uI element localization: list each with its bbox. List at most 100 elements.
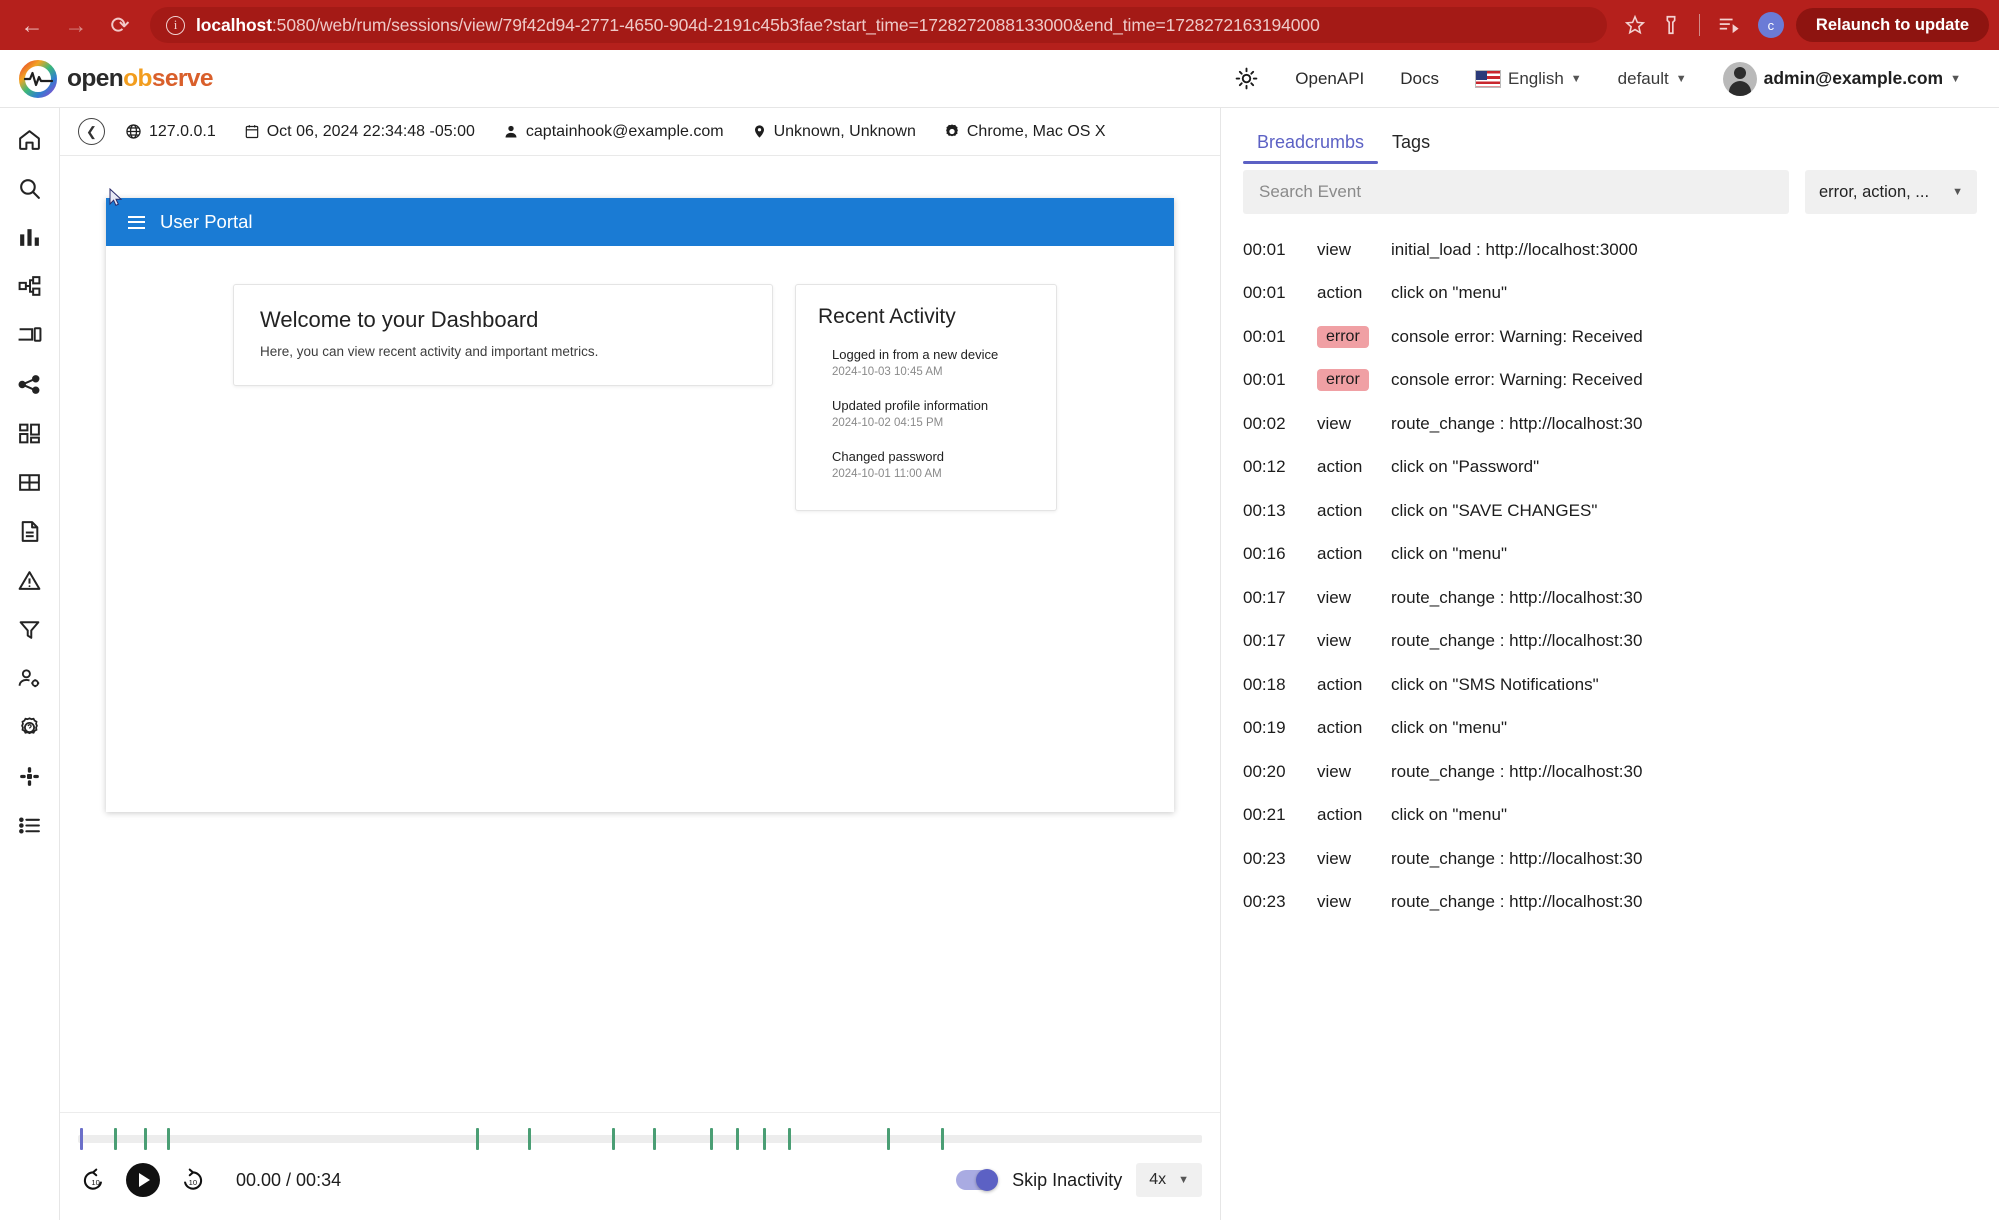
forward-arrow-icon[interactable]: → xyxy=(54,3,98,47)
event-row[interactable]: 00:13actionclick on "SAVE CHANGES" xyxy=(1221,489,1999,533)
timeline-event-tick[interactable] xyxy=(788,1128,791,1150)
sidebar-item-about[interactable] xyxy=(11,806,49,844)
event-row[interactable]: 00:18actionclick on "SMS Notifications" xyxy=(1221,663,1999,707)
event-row[interactable]: 00:01viewinitial_load : http://localhost… xyxy=(1221,228,1999,272)
timeline-event-tick[interactable] xyxy=(941,1128,944,1150)
sidebar-item-home[interactable] xyxy=(11,120,49,158)
event-type: action xyxy=(1317,675,1391,695)
recent-activity-title: Recent Activity xyxy=(818,305,1034,329)
playback-time: 00.00 / 00:34 xyxy=(236,1170,341,1191)
sidebar-item-dashboards[interactable] xyxy=(11,414,49,452)
event-row[interactable]: 00:17viewroute_change : http://localhost… xyxy=(1221,620,1999,664)
address-bar[interactable]: i localhost:5080/web/rum/sessions/view/7… xyxy=(150,7,1607,43)
event-time: 00:23 xyxy=(1243,892,1317,912)
sidebar-item-streams[interactable] xyxy=(11,365,49,403)
event-row[interactable]: 00:01actionclick on "menu" xyxy=(1221,272,1999,316)
reload-icon[interactable]: ⟳ xyxy=(98,3,142,47)
sidebar-item-functions[interactable] xyxy=(11,610,49,648)
site-info-icon[interactable]: i xyxy=(166,16,185,35)
event-time: 00:13 xyxy=(1243,501,1317,521)
timeline-event-tick[interactable] xyxy=(653,1128,656,1150)
event-row[interactable]: 00:02viewroute_change : http://localhost… xyxy=(1221,402,1999,446)
sidebar-item-metrics[interactable] xyxy=(11,218,49,256)
event-time: 00:01 xyxy=(1243,240,1317,260)
skip-inactivity-label: Skip Inactivity xyxy=(1012,1170,1122,1191)
sidebar-item-alerts[interactable] xyxy=(11,561,49,599)
sidebar-item-tables[interactable] xyxy=(11,463,49,501)
timeline-event-tick[interactable] xyxy=(763,1128,766,1150)
map-pin-icon xyxy=(752,123,767,140)
timeline-event-tick[interactable] xyxy=(736,1128,739,1150)
event-row[interactable]: 00:17viewroute_change : http://localhost… xyxy=(1221,576,1999,620)
org-label: default xyxy=(1618,69,1669,89)
sidebar-item-rum[interactable] xyxy=(11,316,49,354)
event-row[interactable]: 00:01error console error: Warning: Receiv… xyxy=(1221,315,1999,359)
events-panel-tabs: BreadcrumbsTags xyxy=(1221,108,1999,164)
theme-toggle-button[interactable] xyxy=(1216,59,1277,99)
timeline-playhead[interactable] xyxy=(80,1128,83,1150)
browser-profile-avatar[interactable]: c xyxy=(1758,12,1784,38)
timeline-event-tick[interactable] xyxy=(167,1128,170,1150)
playback-speed-select[interactable]: 4x ▼ xyxy=(1136,1163,1202,1197)
event-row[interactable]: 00:23viewroute_change : http://localhost… xyxy=(1221,881,1999,925)
timeline-event-tick[interactable] xyxy=(114,1128,117,1150)
search-input[interactable] xyxy=(1243,170,1789,214)
event-row[interactable]: 00:12actionclick on "Password" xyxy=(1221,446,1999,490)
hamburger-menu-icon[interactable] xyxy=(128,216,145,229)
portal-topbar: User Portal xyxy=(106,198,1174,246)
event-description: console error: Warning: Received xyxy=(1391,327,1643,347)
timeline-scrubber[interactable] xyxy=(78,1135,1202,1143)
rewind-10-icon[interactable]: 10 xyxy=(78,1165,108,1195)
event-row[interactable]: 00:16actionclick on "menu" xyxy=(1221,533,1999,577)
play-button[interactable] xyxy=(126,1163,160,1197)
timeline-event-tick[interactable] xyxy=(476,1128,479,1150)
extensions-icon[interactable] xyxy=(1653,7,1689,43)
relaunch-to-update-button[interactable]: Relaunch to update xyxy=(1796,8,1989,42)
timeline-event-tick[interactable] xyxy=(612,1128,615,1150)
events-filters-row: error, action, ... ▼ xyxy=(1221,164,1999,228)
app-header: openobserve OpenAPI Docs English ▼ defau… xyxy=(0,50,1999,108)
events-list[interactable]: 00:01viewinitial_load : http://localhost… xyxy=(1221,228,1999,1220)
event-row[interactable]: 00:21actionclick on "menu" xyxy=(1221,794,1999,838)
sidebar-item-search[interactable] xyxy=(11,169,49,207)
sidebar-item-iam[interactable] xyxy=(11,659,49,697)
skip-inactivity-toggle[interactable] xyxy=(956,1170,998,1190)
sidebar-item-reports[interactable] xyxy=(11,512,49,550)
chevron-down-icon: ▼ xyxy=(1676,73,1687,85)
sidebar-item-traces[interactable] xyxy=(11,267,49,305)
timeline-row xyxy=(78,1113,1202,1143)
event-row[interactable]: 00:01errorconsole error: Warning: Receiv… xyxy=(1221,359,1999,403)
event-row[interactable]: 00:19actionclick on "menu" xyxy=(1221,707,1999,751)
language-selector[interactable]: English ▼ xyxy=(1457,59,1600,99)
back-arrow-icon[interactable]: ← xyxy=(10,3,54,47)
reading-list-icon[interactable] xyxy=(1710,7,1746,43)
event-time: 00:20 xyxy=(1243,762,1317,782)
organization-selector[interactable]: default ▼ xyxy=(1600,59,1705,99)
sidebar-item-slack[interactable] xyxy=(11,757,49,795)
activity-item: Logged in from a new device2024-10-03 10… xyxy=(832,347,1034,378)
docs-link[interactable]: Docs xyxy=(1382,59,1457,99)
session-replay-main: ❮ 127.0.0.1 Oct 06, 2024 22:34:48 -05:00… xyxy=(60,108,1220,1220)
user-menu[interactable]: admin@example.com ▼ xyxy=(1705,59,1979,99)
event-row[interactable]: 00:23viewroute_change : http://localhost… xyxy=(1221,837,1999,881)
timeline-event-tick[interactable] xyxy=(710,1128,713,1150)
event-type: view xyxy=(1317,892,1391,912)
event-time: 00:23 xyxy=(1243,849,1317,869)
event-type: action xyxy=(1317,544,1391,564)
sidebar-item-settings[interactable] xyxy=(11,708,49,746)
star-icon[interactable] xyxy=(1617,7,1653,43)
event-row[interactable]: 00:20viewroute_change : http://localhost… xyxy=(1221,750,1999,794)
event-type-filter[interactable]: error, action, ... ▼ xyxy=(1805,170,1977,214)
timeline-event-tick[interactable] xyxy=(887,1128,890,1150)
openapi-link[interactable]: OpenAPI xyxy=(1277,59,1382,99)
event-time: 00:17 xyxy=(1243,631,1317,651)
back-button[interactable]: ❮ xyxy=(78,118,105,145)
forward-10-icon[interactable]: 10 xyxy=(178,1165,208,1195)
status-badge: error xyxy=(1317,326,1369,348)
timeline-event-tick[interactable] xyxy=(144,1128,147,1150)
tab-breadcrumbs[interactable]: Breadcrumbs xyxy=(1243,132,1378,164)
event-time: 00:01 xyxy=(1243,327,1317,347)
tab-tags[interactable]: Tags xyxy=(1378,132,1444,164)
timeline-event-tick[interactable] xyxy=(528,1128,531,1150)
openobserve-logo[interactable]: openobserve xyxy=(18,59,213,99)
